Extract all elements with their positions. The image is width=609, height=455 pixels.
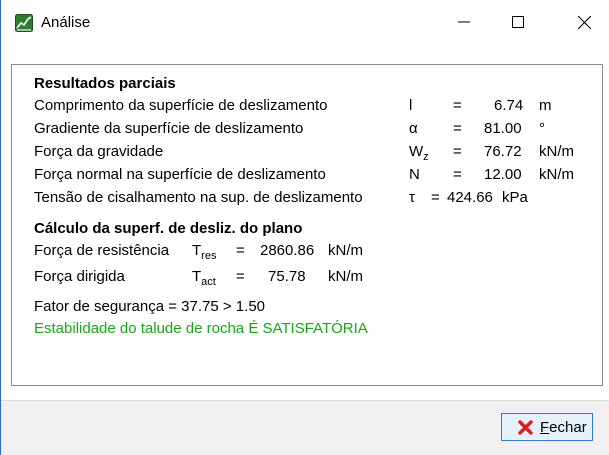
result-label: Gradiente da superfície de deslizamento bbox=[34, 120, 304, 137]
close-icon bbox=[518, 419, 533, 435]
safety-factor-text: Fator de segurança = 37.75 > 1.50 bbox=[34, 298, 265, 315]
window-title: Análise bbox=[41, 14, 91, 31]
app-icon bbox=[15, 14, 33, 32]
result-unit: kN/m bbox=[539, 166, 574, 183]
result-unit: kN/m bbox=[539, 143, 574, 160]
partial-results-heading: Resultados parciais bbox=[34, 75, 176, 92]
result-value: 76.72 bbox=[484, 143, 522, 160]
resisting-force-equals: = bbox=[236, 242, 245, 259]
result-symbol: l bbox=[409, 97, 413, 114]
driving-force-symbol-sub: act bbox=[201, 276, 216, 288]
driving-force-unit: kN/m bbox=[328, 268, 363, 285]
result-symbol: N bbox=[409, 166, 420, 183]
resisting-force-value: 2860.86 bbox=[260, 242, 315, 259]
result-symbol: τ bbox=[409, 189, 415, 206]
result-value: 424.66 bbox=[447, 189, 493, 206]
maximize-icon bbox=[512, 16, 524, 28]
result-equals: = bbox=[453, 143, 462, 160]
result-value: 81.00 bbox=[484, 120, 522, 137]
close-button-label-rest: echar bbox=[549, 418, 587, 436]
minimize-icon bbox=[458, 21, 470, 23]
result-equals: = bbox=[431, 189, 440, 206]
maximize-button[interactable] bbox=[495, 0, 541, 44]
close-window-button[interactable] bbox=[561, 0, 607, 44]
result-symbol: α bbox=[409, 120, 418, 137]
driving-force-equals: = bbox=[236, 268, 245, 285]
result-label: Força normal na superfície de deslizamen… bbox=[34, 166, 326, 183]
result-label: Força da gravidade bbox=[34, 143, 164, 160]
driving-force-value: 75.78 bbox=[268, 268, 306, 285]
results-panel: Resultados parciais Comprimento da super… bbox=[11, 64, 603, 386]
stability-status-text: Estabilidade do talude de rocha É SATISF… bbox=[34, 320, 368, 337]
result-value: 6.74 bbox=[494, 97, 524, 114]
result-label: Comprimento da superfície de deslizament… bbox=[34, 97, 328, 114]
result-equals: = bbox=[453, 166, 462, 183]
minimize-button[interactable] bbox=[441, 0, 487, 44]
resisting-force-unit: kN/m bbox=[328, 242, 363, 259]
result-equals: = bbox=[453, 120, 462, 137]
result-symbol-sub: z bbox=[423, 151, 429, 163]
resisting-force-label: Força de resistência bbox=[34, 242, 170, 259]
resisting-force-symbol-sub: res bbox=[201, 250, 217, 262]
close-icon bbox=[577, 15, 591, 29]
result-label: Tensão de cisalhamento na sup. de desliz… bbox=[34, 189, 363, 206]
driving-force-symbol-main: T bbox=[192, 268, 202, 285]
close-button[interactable]: Fechar bbox=[501, 413, 593, 441]
analysis-dialog: Análise Resultados parciais Comprimento … bbox=[0, 0, 609, 455]
driving-force-symbol: Tact bbox=[192, 268, 216, 288]
result-symbol-main: W bbox=[409, 143, 424, 160]
result-unit: m bbox=[539, 97, 552, 114]
resisting-force-symbol-main: T bbox=[192, 242, 202, 259]
resisting-force-symbol: Tres bbox=[192, 242, 217, 262]
close-button-mnemonic: F bbox=[540, 418, 550, 436]
plane-calc-heading: Cálculo da superf. de desliz. do plano bbox=[34, 220, 303, 237]
result-equals: = bbox=[453, 97, 462, 114]
result-unit: kPa bbox=[502, 189, 528, 206]
result-unit: ° bbox=[539, 120, 545, 137]
title-bar[interactable]: Análise bbox=[1, 0, 609, 44]
driving-force-label: Força dirigida bbox=[34, 268, 125, 285]
close-button-label: Fechar bbox=[540, 419, 587, 436]
result-value: 12.00 bbox=[484, 166, 522, 183]
result-symbol: Wz bbox=[409, 143, 429, 163]
